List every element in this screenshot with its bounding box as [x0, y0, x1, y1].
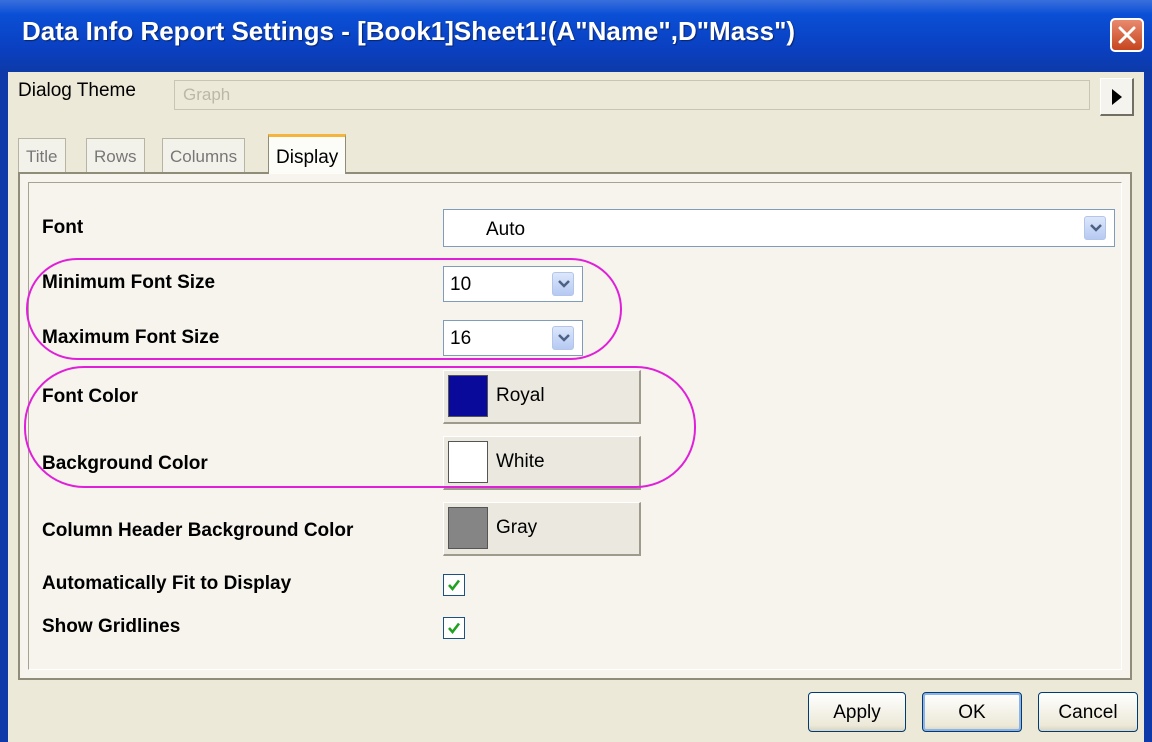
font-dropdown-button[interactable]: [1084, 216, 1106, 240]
triangle-right-icon: [1112, 89, 1122, 105]
column-header-bg-color-label: Column Header Background Color: [42, 520, 354, 541]
apply-button[interactable]: Apply: [808, 692, 906, 732]
font-size-highlight: [26, 258, 622, 360]
tab-rows[interactable]: Rows: [86, 138, 145, 172]
title-bar: Data Info Report Settings - [Book1]Sheet…: [0, 0, 1152, 72]
show-gridlines-checkbox[interactable]: [443, 617, 465, 639]
show-gridlines-label: Show Gridlines: [42, 616, 181, 637]
chevron-down-icon: [1090, 224, 1102, 232]
tab-columns[interactable]: Columns: [162, 138, 246, 172]
window-frame-left: [0, 72, 8, 742]
ok-button[interactable]: OK: [922, 692, 1022, 732]
font-value: Auto: [486, 219, 526, 240]
auto-fit-label: Automatically Fit to Display: [42, 573, 292, 594]
column-header-bg-color-button[interactable]: Gray: [443, 502, 641, 556]
tab-display[interactable]: Display: [268, 134, 347, 174]
column-header-bg-color-name: Gray: [496, 517, 538, 538]
dialog-theme-field: Graph: [174, 80, 1090, 110]
font-label: Font: [42, 217, 84, 238]
close-icon: [1118, 26, 1136, 44]
font-select[interactable]: Auto: [443, 209, 1115, 247]
window-title: Data Info Report Settings - [Book1]Sheet…: [22, 16, 796, 46]
close-button[interactable]: [1110, 18, 1144, 52]
cancel-button[interactable]: Cancel: [1038, 692, 1138, 732]
checkmark-icon: [448, 622, 461, 635]
tab-title[interactable]: Title: [18, 138, 66, 172]
color-highlight: [24, 366, 696, 488]
column-header-bg-color-swatch: [448, 507, 488, 549]
theme-menu-button[interactable]: [1100, 78, 1134, 116]
checkmark-icon: [448, 579, 461, 592]
auto-fit-checkbox[interactable]: [443, 574, 465, 596]
dialog-theme-value: Graph: [183, 85, 231, 104]
dialog-theme-label: Dialog Theme: [18, 80, 136, 101]
window-frame-right: [1144, 72, 1152, 742]
